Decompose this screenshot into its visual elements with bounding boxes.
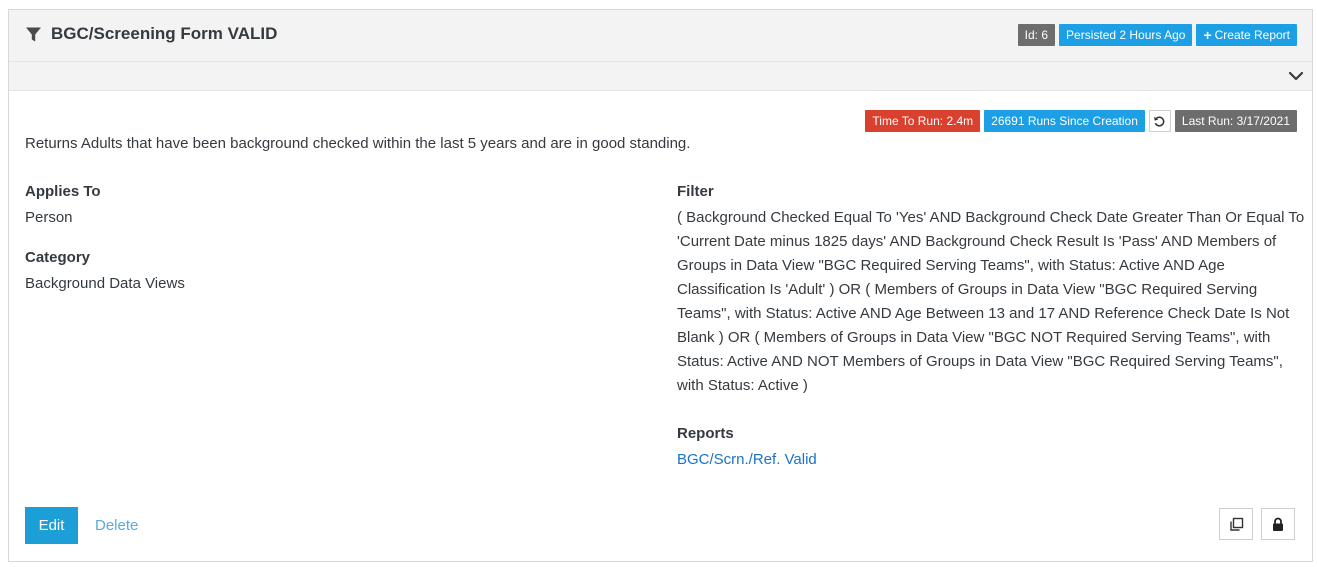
refresh-icon[interactable]: [1148, 110, 1171, 132]
copy-icon: [1229, 517, 1244, 532]
time-to-run-badge: Time To Run: 2.4m: [865, 110, 981, 132]
edit-button[interactable]: Edit: [25, 507, 78, 544]
panel-title-text: BGC/Screening Form VALID: [51, 24, 278, 43]
data-view-description: Returns Adults that have been background…: [25, 135, 691, 152]
delete-button[interactable]: Delete: [95, 517, 138, 534]
category-value: Background Data Views: [25, 275, 185, 292]
copy-button[interactable]: [1219, 508, 1253, 540]
report-link[interactable]: BGC/Scrn./Ref. Valid: [677, 451, 817, 468]
runs-since-creation-badge: 26691 Runs Since Creation: [984, 110, 1145, 132]
create-report-label: Create Report: [1214, 28, 1290, 42]
filter-icon: [25, 26, 42, 43]
panel-header: BGC/Screening Form VALID Id: 6 Persisted…: [9, 10, 1312, 62]
header-labels: Id: 6 Persisted 2 Hours Ago + Create Rep…: [1017, 24, 1297, 46]
create-report-button[interactable]: + Create Report: [1196, 24, 1297, 46]
run-stats: Time To Run: 2.4m 26691 Runs Since Creat…: [865, 110, 1297, 132]
last-run-badge: Last Run: 3/17/2021: [1174, 110, 1297, 132]
chevron-down-icon[interactable]: [1287, 67, 1305, 85]
panel-drawer[interactable]: [9, 62, 1312, 91]
plus-icon: +: [1203, 27, 1212, 43]
category-label: Category: [25, 249, 91, 266]
page-title: BGC/Screening Form VALID: [25, 24, 277, 44]
reports-label: Reports: [677, 425, 734, 442]
filter-expression: ( Background Checked Equal To 'Yes' AND …: [677, 209, 1305, 394]
persisted-badge: Persisted 2 Hours Ago: [1059, 24, 1193, 46]
filter-label: Filter: [677, 183, 714, 200]
data-view-panel: BGC/Screening Form VALID Id: 6 Persisted…: [8, 9, 1313, 562]
applies-to-label: Applies To: [25, 183, 101, 200]
lock-icon: [1271, 517, 1285, 532]
id-badge: Id: 6: [1017, 24, 1056, 46]
applies-to-value: Person: [25, 209, 73, 226]
security-button[interactable]: [1261, 508, 1295, 540]
